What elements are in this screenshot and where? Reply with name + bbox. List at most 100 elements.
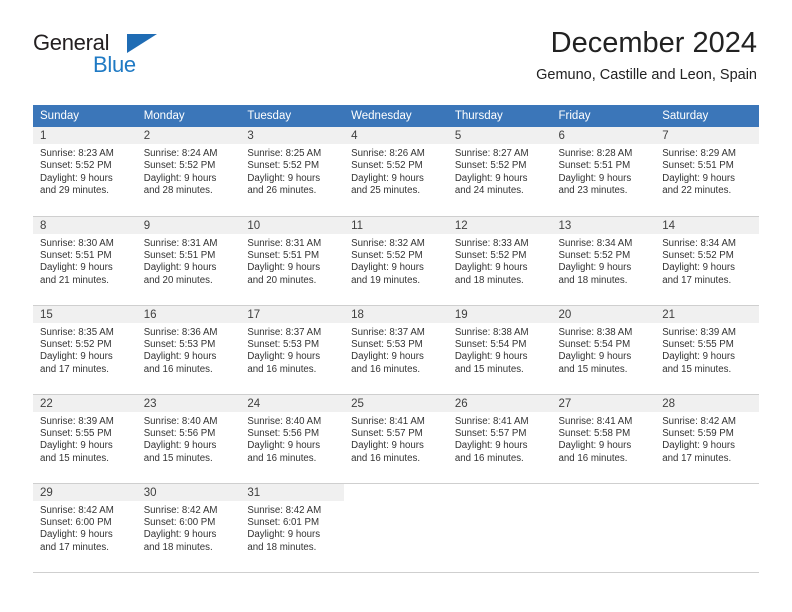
day-sunset-text: Sunset: 5:52 PM [558,249,631,261]
calendar-day-cell[interactable]: 27 Sunrise: 8:41 AM Sunset: 5:58 PM Dayligh… [551,394,656,484]
day-sun-info: Sunrise: 8:38 AM Sunset: 5:54 PM Daylight:… [448,323,552,377]
day-number: 22 [33,394,137,412]
day-sun-info: Sunrise: 8:42 AM Sunset: 6:01 PM Daylight:… [240,501,344,555]
day-daylight-line2-text: and 16 minutes. [247,363,317,375]
calendar-day-cell[interactable]: 26 Sunrise: 8:41 AM Sunset: 5:57 PM Dayligh… [447,394,552,484]
day-number: 8 [33,216,137,234]
calendar-page: General Blue December 2024 Gemuno, Casti… [0,0,792,612]
calendar-day-cell[interactable]: 28 Sunrise: 8:42 AM Sunset: 5:59 PM Dayligh… [655,394,759,484]
day-number: 13 [551,216,656,234]
day-sunrise-text: Sunrise: 8:37 AM [351,326,425,338]
calendar-day-cell-empty [447,483,552,573]
calendar-week-row: 29 Sunrise: 8:42 AM Sunset: 6:00 PM Dayligh… [33,483,759,573]
calendar-day-cell[interactable]: 5 Sunrise: 8:27 AM Sunset: 5:52 PM Daylight… [447,127,552,217]
logo-triangle-icon [127,34,157,53]
day-daylight-line1-text: Daylight: 9 hours [558,172,632,184]
day-number: 31 [240,483,345,501]
day-daylight-line2-text: and 23 minutes. [558,185,628,197]
calendar-day-cell[interactable]: 15 Sunrise: 8:35 AM Sunset: 5:52 PM Dayligh… [33,305,137,395]
calendar-day-cell[interactable]: 6 Sunrise: 8:28 AM Sunset: 5:51 PM Daylight… [551,127,656,217]
day-daylight-line2-text: and 16 minutes. [143,363,213,375]
calendar-day-cell[interactable]: 2 Sunrise: 8:24 AM Sunset: 5:52 PM Daylight… [136,127,241,217]
calendar-day-cell[interactable]: 10 Sunrise: 8:31 AM Sunset: 5:51 PM Dayligh… [240,216,345,306]
calendar-day-cell[interactable]: 17 Sunrise: 8:37 AM Sunset: 5:53 PM Dayligh… [240,305,345,395]
day-daylight-line1-text: Daylight: 9 hours [454,262,528,274]
calendar-day-cell[interactable]: 11 Sunrise: 8:32 AM Sunset: 5:52 PM Dayligh… [344,216,448,306]
day-sun-info: Sunrise: 8:41 AM Sunset: 5:57 PM Daylight:… [448,412,552,466]
day-sun-info: Sunrise: 8:37 AM Sunset: 5:53 PM Daylight:… [344,323,448,377]
day-sunrise-text: Sunrise: 8:41 AM [351,415,425,427]
calendar-day-cell[interactable]: 23 Sunrise: 8:40 AM Sunset: 5:56 PM Dayligh… [136,394,241,484]
location-subtitle: Gemuno, Castille and Leon, Spain [536,67,757,83]
day-sun-info: Sunrise: 8:32 AM Sunset: 5:52 PM Daylight:… [344,234,448,288]
calendar-day-cell[interactable]: 24 Sunrise: 8:40 AM Sunset: 5:56 PM Dayligh… [240,394,345,484]
day-number: 23 [136,394,241,412]
calendar-day-cell[interactable]: 21 Sunrise: 8:39 AM Sunset: 5:55 PM Dayligh… [655,305,759,395]
day-sun-info: Sunrise: 8:26 AM Sunset: 5:52 PM Daylight:… [344,144,448,198]
day-daylight-line2-text: and 29 minutes. [40,185,109,197]
calendar-day-cell[interactable]: 22 Sunrise: 8:39 AM Sunset: 5:55 PM Dayligh… [33,394,137,484]
calendar-day-cell[interactable]: 18 Sunrise: 8:37 AM Sunset: 5:53 PM Dayligh… [344,305,448,395]
day-daylight-line2-text: and 17 minutes. [40,363,109,375]
calendar-day-cell[interactable]: 14 Sunrise: 8:34 AM Sunset: 5:52 PM Dayligh… [655,216,759,306]
day-daylight-line1-text: Daylight: 9 hours [558,440,632,452]
calendar-week-row: 22 Sunrise: 8:39 AM Sunset: 5:55 PM Dayligh… [33,394,759,484]
calendar-day-cell[interactable]: 30 Sunrise: 8:42 AM Sunset: 6:00 PM Dayligh… [136,483,241,573]
day-daylight-line2-text: and 18 minutes. [558,274,628,286]
day-sunrise-text: Sunrise: 8:31 AM [143,237,218,249]
page-header: General Blue December 2024 Gemuno, Casti… [0,0,792,83]
day-daylight-line2-text: and 21 minutes. [40,274,109,286]
day-number: 16 [136,305,241,323]
day-sun-info: Sunrise: 8:38 AM Sunset: 5:54 PM Daylight:… [552,323,656,377]
day-sunset-text: Sunset: 5:51 PM [40,249,112,261]
calendar-day-cell[interactable]: 12 Sunrise: 8:33 AM Sunset: 5:52 PM Dayligh… [447,216,552,306]
calendar-day-cell[interactable]: 20 Sunrise: 8:38 AM Sunset: 5:54 PM Dayligh… [551,305,656,395]
day-daylight-line2-text: and 25 minutes. [351,185,421,197]
day-daylight-line2-text: and 22 minutes. [662,185,732,197]
calendar-day-cell[interactable]: 7 Sunrise: 8:29 AM Sunset: 5:51 PM Daylight… [655,127,759,217]
day-daylight-line2-text: and 15 minutes. [454,363,524,375]
day-daylight-line1-text: Daylight: 9 hours [40,351,113,363]
day-daylight-line1-text: Daylight: 9 hours [247,529,321,541]
day-sun-info: Sunrise: 8:31 AM Sunset: 5:51 PM Daylight:… [240,234,344,288]
calendar-day-cell[interactable]: 19 Sunrise: 8:38 AM Sunset: 5:54 PM Dayligh… [447,305,552,395]
day-daylight-line1-text: Daylight: 9 hours [454,351,528,363]
day-number: 7 [655,127,759,144]
day-sun-info: Sunrise: 8:23 AM Sunset: 5:52 PM Daylight:… [33,144,137,198]
day-sunset-text: Sunset: 5:53 PM [351,338,423,350]
day-number: 10 [240,216,345,234]
calendar-day-cell[interactable]: 13 Sunrise: 8:34 AM Sunset: 5:52 PM Dayligh… [551,216,656,306]
day-daylight-line2-text: and 18 minutes. [143,541,213,553]
calendar-day-cell[interactable]: 29 Sunrise: 8:42 AM Sunset: 6:00 PM Dayligh… [33,483,137,573]
calendar-day-cell[interactable]: 25 Sunrise: 8:41 AM Sunset: 5:57 PM Dayligh… [344,394,448,484]
day-daylight-line2-text: and 17 minutes. [662,274,732,286]
logo-text-blue: Blue [93,52,136,77]
day-number: 11 [344,216,448,234]
calendar-day-cell[interactable]: 3 Sunrise: 8:25 AM Sunset: 5:52 PM Daylight… [240,127,345,217]
day-sun-info: Sunrise: 8:40 AM Sunset: 5:56 PM Daylight:… [240,412,344,466]
weekday-header-sunday: Sunday [33,105,137,127]
day-number: 29 [33,483,137,501]
calendar-day-cell-empty [344,483,448,573]
calendar-day-cell[interactable]: 16 Sunrise: 8:36 AM Sunset: 5:53 PM Dayligh… [136,305,241,395]
day-daylight-line2-text: and 16 minutes. [454,452,524,464]
day-sun-info: Sunrise: 8:25 AM Sunset: 5:52 PM Daylight:… [240,144,344,198]
day-daylight-line1-text: Daylight: 9 hours [662,172,735,184]
day-number [447,483,552,501]
day-sunset-text: Sunset: 5:56 PM [143,427,216,439]
day-sunrise-text: Sunrise: 8:41 AM [454,415,529,427]
calendar-day-cell[interactable]: 1 Sunrise: 8:23 AM Sunset: 5:52 PM Daylight… [33,127,137,217]
day-sunrise-text: Sunrise: 8:42 AM [40,504,114,516]
day-daylight-line1-text: Daylight: 9 hours [662,262,735,274]
weekday-header-row: Sunday Monday Tuesday Wednesday Thursday… [33,105,759,127]
day-daylight-line2-text: and 16 minutes. [351,363,421,375]
day-sunset-text: Sunset: 6:01 PM [247,516,320,528]
calendar-day-cell[interactable]: 4 Sunrise: 8:26 AM Sunset: 5:52 PM Daylight… [344,127,448,217]
calendar-day-cell[interactable]: 31 Sunrise: 8:42 AM Sunset: 6:01 PM Dayligh… [240,483,345,573]
day-sunset-text: Sunset: 5:53 PM [247,338,320,350]
day-daylight-line1-text: Daylight: 9 hours [351,351,424,363]
calendar-day-cell[interactable]: 9 Sunrise: 8:31 AM Sunset: 5:51 PM Daylight… [136,216,241,306]
calendar-day-cell[interactable]: 8 Sunrise: 8:30 AM Sunset: 5:51 PM Daylight… [33,216,137,306]
day-daylight-line2-text: and 19 minutes. [351,274,421,286]
day-sunrise-text: Sunrise: 8:39 AM [662,326,736,338]
